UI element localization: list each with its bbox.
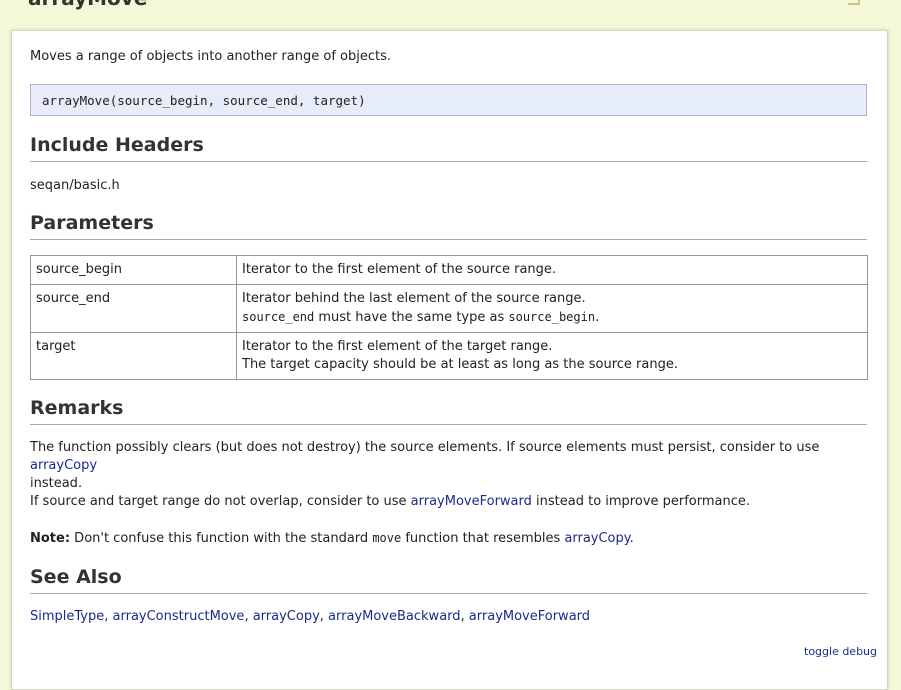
include-header-path: seqan/basic.h (30, 178, 120, 193)
remarks-text: instead to improve performance. (531, 494, 751, 509)
toggle-debug-link[interactable]: toggle debug (804, 645, 877, 658)
note-text: . (629, 531, 634, 546)
see-also-separator: , (244, 609, 253, 624)
param-description-text: must have the same type as (314, 310, 509, 325)
note-label: Note: (30, 531, 71, 546)
function-signature: arrayMove(source_begin, source_end, targ… (30, 84, 867, 116)
param-code: source_end (242, 310, 315, 324)
note-text: Don't confuse this function with the sta… (70, 531, 373, 546)
see-also-link[interactable]: arrayCopy (253, 609, 320, 624)
param-name: source_begin (30, 255, 237, 285)
see-also-separator: , (460, 609, 469, 624)
note-paragraph: Note: Don't confuse this function with t… (30, 529, 870, 548)
page-title: arrayMove (28, 0, 147, 10)
see-also-link[interactable]: arrayMoveBackward (328, 609, 460, 624)
content-card: Moves a range of objects into another ra… (11, 30, 888, 690)
see-also-link[interactable]: arrayConstructMove (113, 609, 245, 624)
param-description-text: . (595, 310, 600, 325)
table-row: source_begin Iterator to the first eleme… (30, 255, 868, 285)
arraycopy-link[interactable]: arrayCopy (564, 531, 629, 546)
remarks-text: If source and target range do not overla… (30, 494, 411, 509)
remarks-paragraph: If source and target range do not overla… (30, 493, 870, 511)
see-also-link[interactable]: arrayMoveForward (469, 609, 590, 624)
param-description: Iterator behind the last element of the … (236, 284, 868, 333)
param-description-line: Iterator to the first element of the sou… (242, 262, 557, 277)
param-name: source_end (30, 284, 237, 333)
remarks-text: The function possibly clears (but does n… (30, 440, 820, 455)
param-code: source_begin (508, 310, 596, 324)
param-description-line: The target capacity should be at least a… (242, 357, 678, 372)
include-headers-heading: Include Headers (30, 134, 867, 162)
corner-decoration (848, 0, 860, 5)
parameters-table: source_begin Iterator to the first eleme… (30, 255, 868, 380)
parameters-heading: Parameters (30, 212, 867, 240)
param-description-line: Iterator behind the last element of the … (242, 291, 586, 306)
see-also-heading: See Also (30, 566, 867, 594)
param-description: Iterator to the first element of the tar… (236, 332, 868, 380)
remarks-heading: Remarks (30, 397, 867, 425)
arraymoveforward-link[interactable]: arrayMoveForward (411, 494, 532, 509)
param-description: Iterator to the first element of the sou… (236, 255, 868, 285)
table-row: target Iterator to the first element of … (30, 332, 868, 380)
table-row: source_end Iterator behind the last elem… (30, 284, 868, 333)
param-description-line: Iterator to the first element of the tar… (242, 339, 553, 354)
remarks-paragraph: The function possibly clears (but does n… (30, 439, 870, 493)
see-also-link[interactable]: SimpleType (30, 609, 104, 624)
summary-text: Moves a range of objects into another ra… (30, 49, 391, 64)
param-name: target (30, 332, 237, 380)
see-also-links: SimpleType, arrayConstructMove, arrayCop… (30, 608, 870, 626)
arraycopy-link[interactable]: arrayCopy (30, 458, 97, 473)
note-code: move (372, 531, 402, 545)
see-also-separator: , (104, 609, 113, 624)
remarks-text: instead. (30, 476, 83, 491)
see-also-separator: , (319, 609, 329, 624)
note-text: function that resembles (401, 531, 565, 546)
